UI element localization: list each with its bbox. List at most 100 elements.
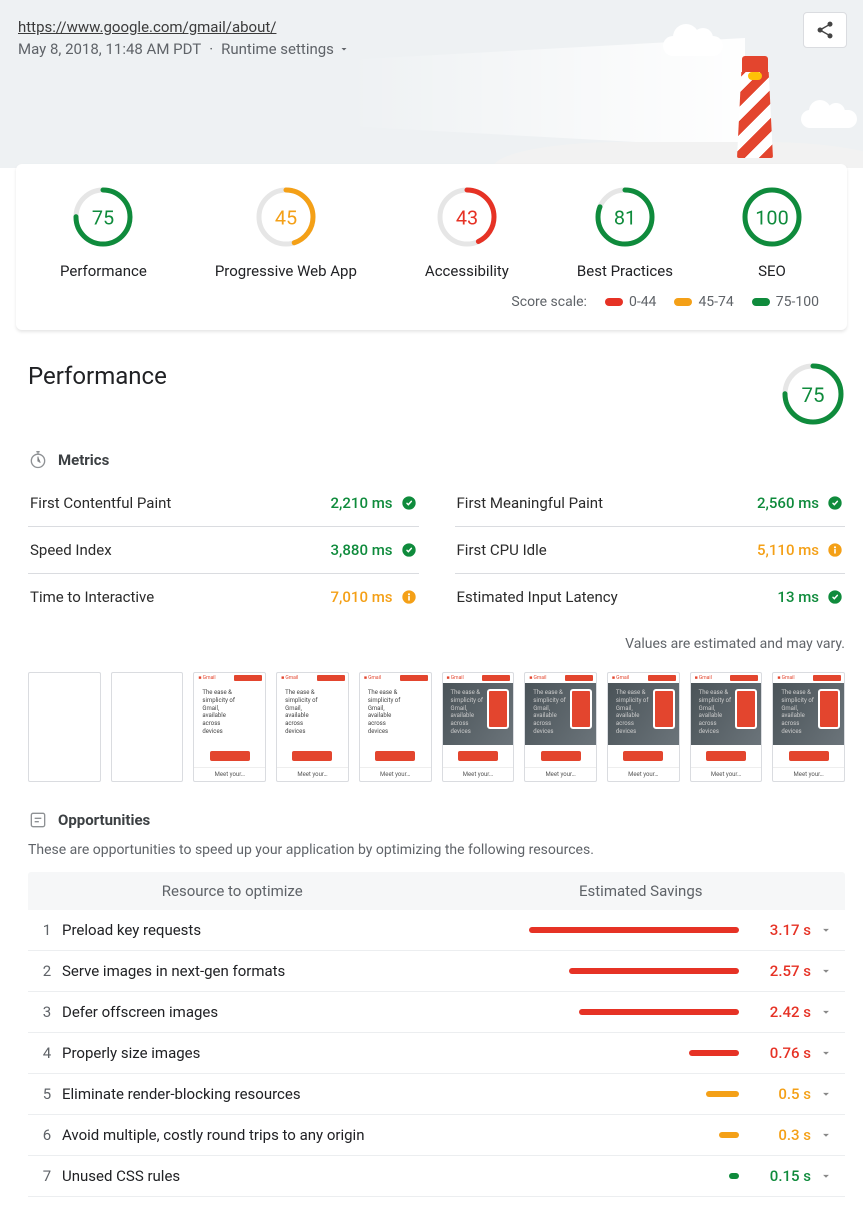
- info-circle-icon: [827, 542, 843, 558]
- check-circle-icon: [401, 495, 417, 511]
- score-seo[interactable]: 100 SEO: [741, 186, 803, 280]
- metric-row[interactable]: Estimated Input Latency 13 ms: [455, 574, 846, 620]
- metric-value: 2,210 ms: [331, 494, 417, 512]
- score-scale-range: 0-44: [605, 294, 656, 310]
- svg-text:81: 81: [614, 207, 636, 230]
- score-performance[interactable]: 75 Performance: [60, 186, 147, 280]
- opportunity-name: Unused CSS rules: [62, 1167, 521, 1185]
- metric-value: 2,560 ms: [757, 494, 843, 512]
- chevron-down-icon: [811, 1046, 841, 1060]
- opportunity-savings: 2.42 s: [751, 1003, 811, 1021]
- score-gauge: 81: [594, 186, 656, 248]
- score-label: Progressive Web App: [215, 262, 357, 280]
- share-icon: [815, 20, 835, 40]
- metric-row[interactable]: First Contentful Paint 2,210 ms: [28, 480, 419, 527]
- opportunity-savings: 0.15 s: [751, 1167, 811, 1185]
- chevron-down-icon: [811, 1087, 841, 1101]
- score-gauge: 45: [255, 186, 317, 248]
- opportunity-index: 5: [32, 1085, 62, 1103]
- score-accessibility[interactable]: 43 Accessibility: [425, 186, 509, 280]
- opportunity-savings: 0.3 s: [751, 1126, 811, 1144]
- opportunity-bar: [521, 1050, 751, 1056]
- filmstrip-frame: ■ Gmail The ease &simplicity ofGmail,ava…: [772, 672, 845, 782]
- opportunity-row[interactable]: 7 Unused CSS rules 0.15 s: [28, 1156, 845, 1197]
- filmstrip-frame: ■ Gmail The ease &simplicity ofGmail,ava…: [442, 672, 515, 782]
- opp-col-resource: Resource to optimize: [28, 882, 437, 900]
- score-label: Performance: [60, 262, 147, 280]
- svg-text:43: 43: [456, 207, 478, 230]
- score-scale-range: 45-74: [674, 294, 733, 310]
- filmstrip-frame: ■ Gmail The ease &simplicity ofGmail,ava…: [359, 672, 432, 782]
- performance-title: Performance: [28, 362, 167, 390]
- score-label: Accessibility: [425, 262, 509, 280]
- metric-name: Estimated Input Latency: [457, 588, 618, 606]
- runtime-settings-toggle[interactable]: Runtime settings: [221, 40, 350, 58]
- chevron-down-icon: [811, 1128, 841, 1142]
- filmstrip-frame: ■ Gmail The ease &simplicity ofGmail,ava…: [524, 672, 597, 782]
- opportunities-label: Opportunities: [58, 811, 150, 829]
- filmstrip-frame: ■ Gmail The ease &simplicity ofGmail,ava…: [193, 672, 266, 782]
- opportunity-savings: 0.76 s: [751, 1044, 811, 1062]
- opportunity-bar: [521, 968, 751, 974]
- opportunity-row[interactable]: 1 Preload key requests 3.17 s: [28, 910, 845, 951]
- opportunity-row[interactable]: 5 Eliminate render-blocking resources 0.…: [28, 1074, 845, 1115]
- opportunity-name: Eliminate render-blocking resources: [62, 1085, 521, 1103]
- opportunity-index: 6: [32, 1126, 62, 1144]
- opportunity-bar: [521, 1132, 751, 1138]
- opportunity-name: Defer offscreen images: [62, 1003, 521, 1021]
- opportunities-header: Opportunities: [28, 810, 845, 830]
- opp-col-savings: Estimated Savings: [437, 882, 846, 900]
- filmstrip-frame: [111, 672, 184, 782]
- metric-name: First Meaningful Paint: [457, 494, 603, 512]
- score-scale-range: 75-100: [752, 294, 819, 310]
- metric-value: 5,110 ms: [757, 541, 843, 559]
- metric-name: Speed Index: [30, 541, 112, 559]
- chevron-down-icon: [811, 1169, 841, 1183]
- svg-text:75: 75: [801, 383, 824, 407]
- opportunity-row[interactable]: 6 Avoid multiple, costly round trips to …: [28, 1115, 845, 1156]
- opportunity-savings: 0.5 s: [751, 1085, 811, 1103]
- metrics-label: Metrics: [58, 451, 109, 469]
- metric-value: 3,880 ms: [331, 541, 417, 559]
- opportunity-bar: [521, 927, 751, 933]
- opportunity-bar: [521, 1173, 751, 1179]
- chevron-down-icon: [811, 964, 841, 978]
- score-scale: Score scale: 0-44 45-74 75-100: [26, 280, 837, 322]
- filmstrip-frame: ■ Gmail The ease &simplicity ofGmail,ava…: [690, 672, 763, 782]
- opportunity-savings: 3.17 s: [751, 921, 811, 939]
- svg-text:75: 75: [92, 207, 114, 230]
- opportunity-row[interactable]: 4 Properly size images 0.76 s: [28, 1033, 845, 1074]
- score-label: Best Practices: [577, 262, 673, 280]
- score-progressive-web-app[interactable]: 45 Progressive Web App: [215, 186, 357, 280]
- opportunity-bar: [521, 1091, 751, 1097]
- filmstrip-frame: ■ Gmail The ease &simplicity ofGmail,ava…: [276, 672, 349, 782]
- opportunity-row[interactable]: 3 Defer offscreen images 2.42 s: [28, 992, 845, 1033]
- metric-row[interactable]: Speed Index 3,880 ms: [28, 527, 419, 574]
- opportunities-description: These are opportunities to speed up your…: [28, 842, 845, 858]
- chevron-down-icon: [338, 43, 350, 55]
- metric-row[interactable]: First CPU Idle 5,110 ms: [455, 527, 846, 574]
- tasklist-icon: [28, 810, 48, 830]
- scores-card: 75 Performance 45 Progressive Web App 43…: [16, 164, 847, 330]
- opportunity-row[interactable]: 2 Serve images in next-gen formats 2.57 …: [28, 951, 845, 992]
- metric-row[interactable]: First Meaningful Paint 2,560 ms: [455, 480, 846, 527]
- page-url[interactable]: https://www.google.com/gmail/about/: [18, 18, 276, 36]
- report-datetime: May 8, 2018, 11:48 AM PDT: [18, 40, 201, 58]
- opportunity-name: Serve images in next-gen formats: [62, 962, 521, 980]
- opportunity-index: 4: [32, 1044, 62, 1062]
- metric-value: 7,010 ms: [331, 588, 417, 606]
- metric-name: First Contentful Paint: [30, 494, 171, 512]
- svg-text:100: 100: [755, 207, 788, 230]
- svg-text:45: 45: [275, 207, 297, 230]
- check-circle-icon: [401, 542, 417, 558]
- metrics-note: Values are estimated and may vary.: [28, 636, 845, 652]
- filmstrip: ■ Gmail The ease &simplicity ofGmail,ava…: [28, 672, 845, 782]
- score-best-practices[interactable]: 81 Best Practices: [577, 186, 673, 280]
- score-scale-label: Score scale:: [511, 294, 587, 310]
- opportunity-name: Properly size images: [62, 1044, 521, 1062]
- info-circle-icon: [401, 589, 417, 605]
- share-button[interactable]: [803, 12, 847, 48]
- metric-row[interactable]: Time to Interactive 7,010 ms: [28, 574, 419, 620]
- opportunities-table-header: Resource to optimize Estimated Savings: [28, 872, 845, 910]
- score-label: SEO: [758, 262, 786, 280]
